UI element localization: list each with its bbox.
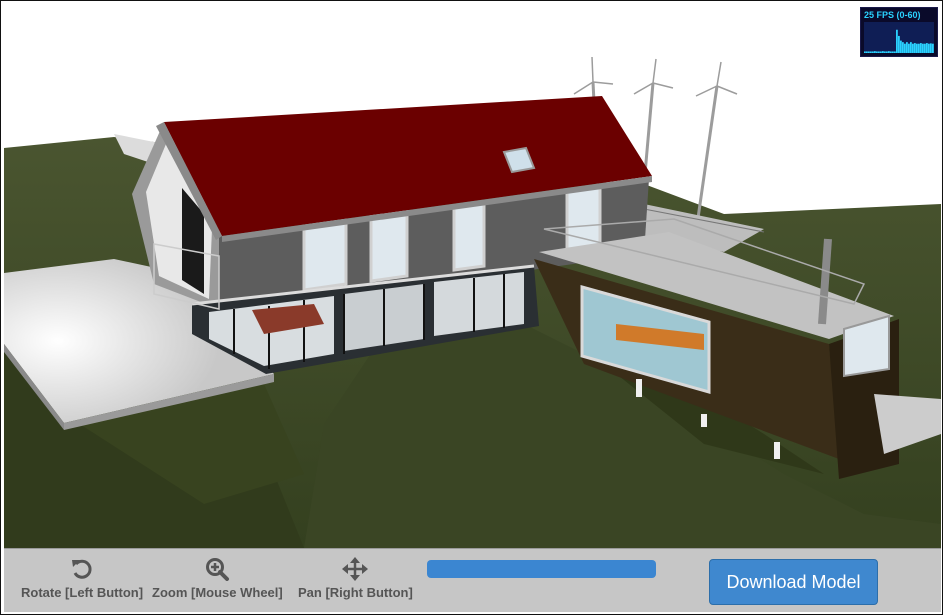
fps-bar xyxy=(892,51,894,53)
3d-viewport[interactable]: 25 FPS (0-60) xyxy=(4,4,941,548)
fps-bar xyxy=(902,42,904,53)
download-model-button[interactable]: Download Model xyxy=(709,559,878,605)
fps-bar xyxy=(918,43,920,53)
fps-bar xyxy=(890,51,892,53)
zoom-label: Zoom [Mouse Wheel] xyxy=(152,585,283,600)
fps-bar xyxy=(916,43,918,53)
fps-bar xyxy=(864,51,866,53)
fps-bar xyxy=(866,51,868,53)
fps-bar xyxy=(882,51,884,53)
fps-bar xyxy=(898,35,900,53)
fps-bar xyxy=(874,51,876,53)
fps-bar xyxy=(912,43,914,53)
fps-bar xyxy=(928,43,930,53)
rotate-label: Rotate [Left Button] xyxy=(21,585,144,600)
fps-bar xyxy=(932,43,934,53)
fps-graph xyxy=(864,22,934,53)
fps-bar xyxy=(904,43,906,53)
fps-bar xyxy=(872,51,874,53)
fps-meter: 25 FPS (0-60) xyxy=(860,7,938,57)
zoom-in-icon xyxy=(204,557,230,581)
move-icon xyxy=(342,557,369,581)
fps-bar xyxy=(876,51,878,53)
fps-bar xyxy=(884,51,886,53)
pan-label: Pan [Right Button] xyxy=(298,585,413,600)
fps-bar xyxy=(878,51,880,53)
loading-progress-bar xyxy=(427,560,656,578)
fps-bar xyxy=(880,51,882,53)
fps-bar xyxy=(922,43,924,53)
fps-bar xyxy=(926,43,928,53)
zoom-tool[interactable]: Zoom [Mouse Wheel] xyxy=(152,557,283,600)
fps-bar xyxy=(914,43,916,53)
app-frame: 25 FPS (0-60) Rotate [Left Button] Zoom … xyxy=(0,0,943,615)
fps-bar xyxy=(868,51,870,53)
fps-bar xyxy=(924,43,926,53)
rotate-tool[interactable]: Rotate [Left Button] xyxy=(21,557,143,600)
fps-label: 25 FPS (0-60) xyxy=(864,10,921,20)
fps-bar xyxy=(894,51,896,53)
fps-bar xyxy=(888,51,890,53)
toolbar: Rotate [Left Button] Zoom [Mouse Wheel] xyxy=(4,548,941,612)
fps-bar xyxy=(906,42,908,53)
fps-bar xyxy=(870,51,872,53)
fps-bar xyxy=(896,29,898,53)
fps-bar xyxy=(910,42,912,53)
fps-bar xyxy=(900,40,902,53)
fps-bar xyxy=(908,43,910,53)
fps-bar xyxy=(886,51,888,53)
fps-bar xyxy=(930,43,932,53)
fps-history-chart xyxy=(864,29,934,53)
pan-tool[interactable]: Pan [Right Button] xyxy=(298,557,413,600)
rotate-icon xyxy=(69,557,95,581)
fps-bar xyxy=(920,43,922,53)
house-scene xyxy=(4,56,941,548)
